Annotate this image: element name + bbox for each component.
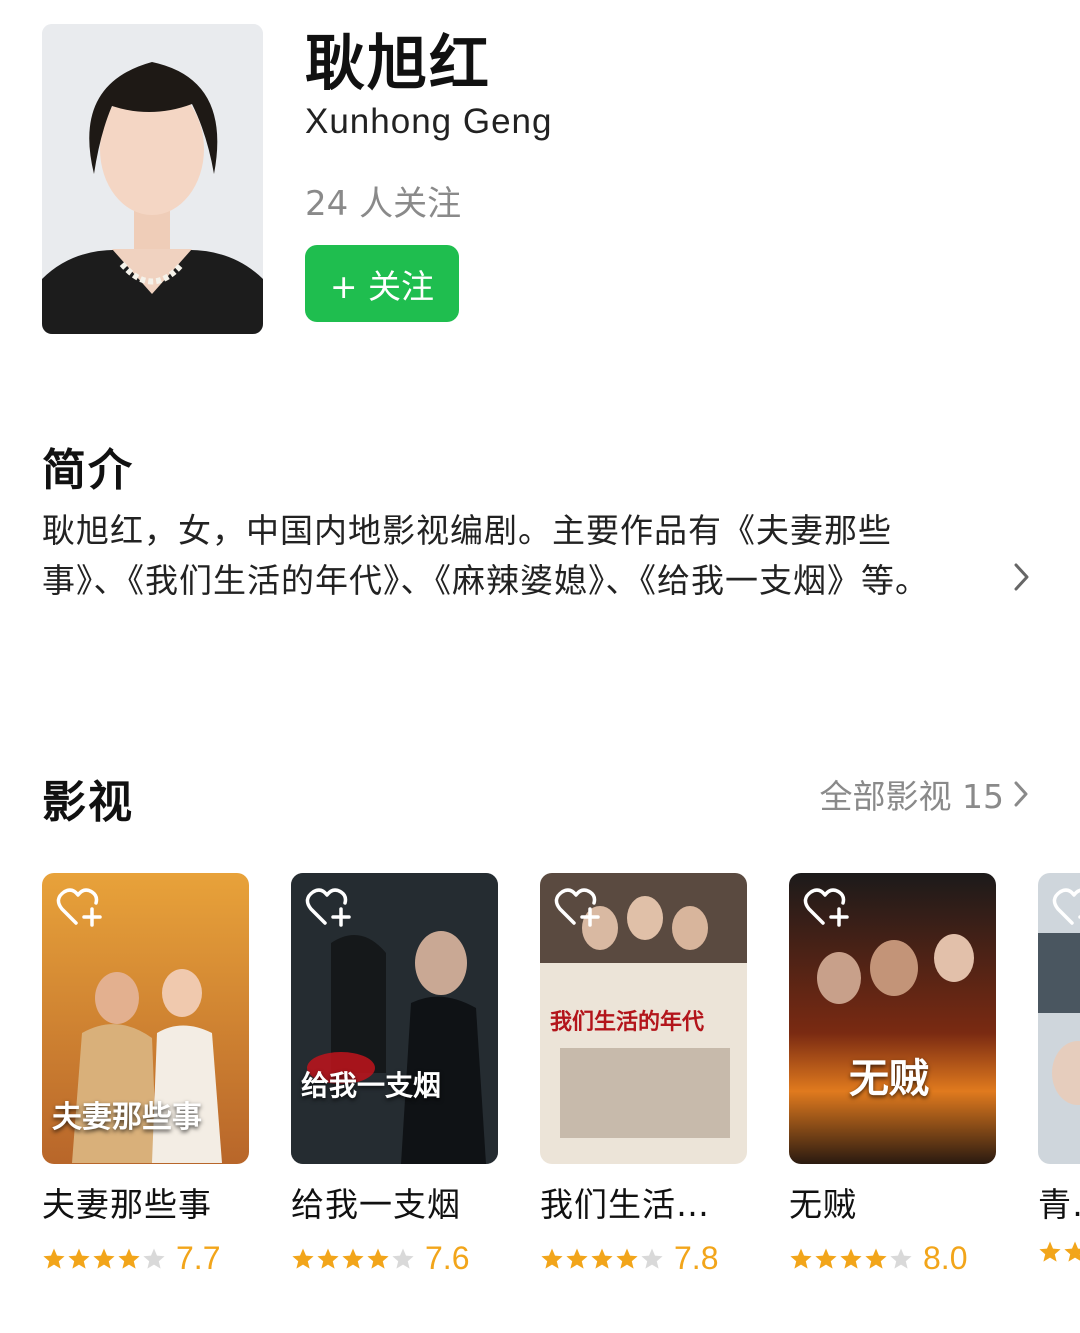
follow-button[interactable]: + 关注	[305, 245, 459, 322]
star-empty-icon	[143, 1248, 165, 1269]
star-filled-icon	[566, 1248, 588, 1269]
rating-score: 7.8	[674, 1240, 719, 1276]
person-page: 耿旭红 Xunhong Geng 24 人关注 + 关注 简介 耿旭红，女，中国…	[0, 0, 1080, 1333]
film-title[interactable]: 我们生活…	[540, 1178, 747, 1226]
film-card[interactable]: 夫妻那些事 夫妻那些事 7.7	[42, 873, 249, 1277]
film-poster[interactable]: 给我一支烟	[291, 873, 498, 1164]
star-rating	[789, 1247, 913, 1271]
star-filled-icon	[292, 1248, 314, 1269]
star-rating	[291, 1247, 415, 1271]
heart-add-icon[interactable]	[305, 887, 351, 929]
intro-text[interactable]: 耿旭红，女，中国内地影视编剧。主要作品有《夫妻那些事》、《我们生活的年代》、《麻…	[42, 506, 942, 606]
star-filled-icon	[541, 1248, 563, 1269]
heart-add-icon[interactable]	[1052, 887, 1080, 929]
star-filled-icon	[840, 1248, 862, 1269]
intro-title: 简介	[42, 445, 134, 496]
star-filled-icon	[118, 1248, 140, 1269]
film-card[interactable]: 无贼 无贼 8.0	[789, 873, 996, 1277]
star-empty-icon	[890, 1248, 912, 1269]
heart-add-icon[interactable]	[56, 887, 102, 929]
heart-add-icon[interactable]	[554, 887, 600, 929]
poster-caption: 无贼	[849, 1055, 929, 1102]
chevron-right-icon[interactable]	[1006, 562, 1036, 592]
film-title[interactable]: 夫妻那些事	[42, 1178, 249, 1226]
film-title[interactable]: 给我一支烟	[291, 1178, 498, 1226]
rating-score: 7.7	[176, 1240, 221, 1276]
person-name-en: Xunhong Geng	[305, 102, 553, 141]
rating-score: 8.0	[923, 1240, 968, 1276]
film-rating	[1038, 1240, 1080, 1264]
poster-caption: 给我一支烟	[301, 1069, 442, 1102]
all-films-link[interactable]: 全部影视 15	[820, 770, 1034, 818]
person-name: 耿旭红	[305, 29, 491, 99]
film-rating: 7.6	[291, 1240, 498, 1277]
film-poster[interactable]: 我们生活的年代	[540, 873, 747, 1164]
star-rating	[42, 1247, 166, 1271]
star-filled-icon	[865, 1248, 887, 1269]
film-title[interactable]: 青…	[1038, 1178, 1080, 1226]
star-rating	[540, 1247, 664, 1271]
film-rating: 7.8	[540, 1240, 747, 1277]
film-poster[interactable]: 夫妻那些事	[42, 873, 249, 1164]
film-card[interactable]: 青…	[1038, 873, 1080, 1264]
follower-count: 24 人关注	[305, 184, 462, 224]
star-filled-icon	[790, 1248, 812, 1269]
film-title[interactable]: 无贼	[789, 1178, 996, 1226]
all-films-label: 全部影视 15	[819, 777, 1004, 816]
film-card[interactable]: 我们生活的年代 我们生活… 7.8	[540, 873, 747, 1277]
star-empty-icon	[641, 1248, 663, 1269]
star-filled-icon	[367, 1248, 389, 1269]
star-filled-icon	[317, 1248, 339, 1269]
star-filled-icon	[815, 1248, 837, 1269]
star-filled-icon	[43, 1248, 65, 1269]
star-filled-icon	[1064, 1241, 1080, 1262]
star-rating	[1038, 1240, 1080, 1264]
heart-add-icon[interactable]	[803, 887, 849, 929]
star-filled-icon	[591, 1248, 613, 1269]
poster-caption: 夫妻那些事	[52, 1100, 202, 1135]
person-avatar	[42, 24, 263, 334]
star-filled-icon	[342, 1248, 364, 1269]
film-rating: 8.0	[789, 1240, 996, 1277]
film-rating: 7.7	[42, 1240, 249, 1277]
film-poster[interactable]	[1038, 873, 1080, 1164]
star-empty-icon	[392, 1248, 414, 1269]
star-filled-icon	[68, 1248, 90, 1269]
film-card[interactable]: 给我一支烟 给我一支烟 7.6	[291, 873, 498, 1277]
rating-score: 7.6	[425, 1240, 470, 1276]
star-filled-icon	[616, 1248, 638, 1269]
chevron-right-icon	[1014, 781, 1028, 807]
film-poster[interactable]: 无贼	[789, 873, 996, 1164]
star-filled-icon	[93, 1248, 115, 1269]
films-title: 影视	[42, 777, 134, 828]
poster-caption: 我们生活的年代	[550, 1009, 705, 1035]
star-filled-icon	[1039, 1241, 1061, 1262]
